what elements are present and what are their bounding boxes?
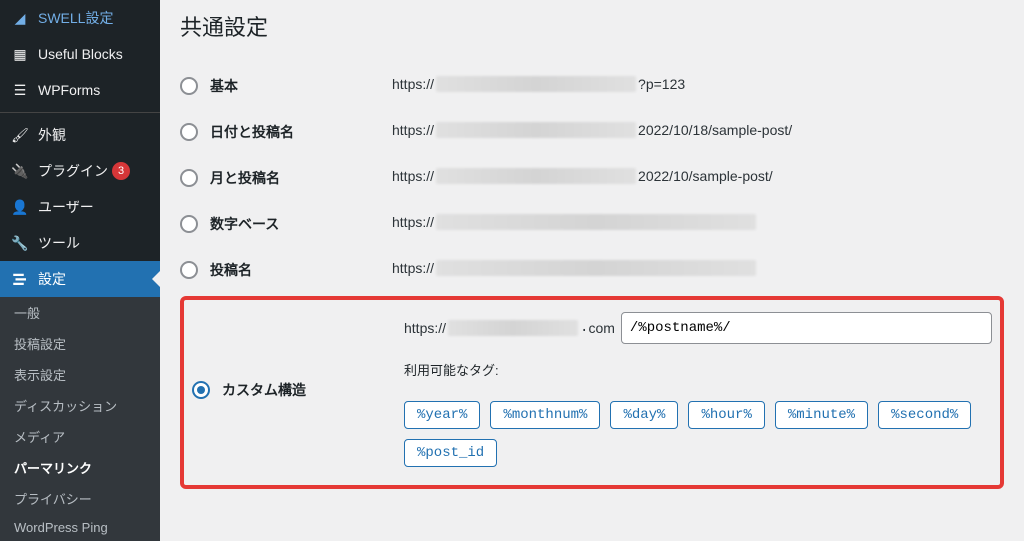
wrench-icon: 🔧 (10, 233, 30, 253)
redacted-domain (436, 214, 756, 230)
option-value: https:// (392, 260, 1004, 276)
main-content: 共通設定 基本 https://?p=123 日付と投稿名 https://20… (160, 0, 1024, 511)
option-row-numeric: 数字ベース https:// (180, 200, 1004, 246)
option-label-text: 投稿名 (210, 260, 252, 280)
option-row-date-name: 日付と投稿名 https://2022/10/18/sample-post/ (180, 108, 1004, 154)
tag-btn-monthnum[interactable]: %monthnum% (490, 401, 600, 429)
sidebar-item-swell[interactable]: ◢ SWELL設定 (0, 0, 160, 36)
radio-custom[interactable] (192, 381, 210, 399)
sub-item-media[interactable]: メディア (0, 421, 160, 452)
permalink-structure-input[interactable] (621, 312, 992, 344)
forms-icon: ☰ (10, 80, 30, 100)
radio-month-name[interactable] (180, 169, 198, 187)
admin-sidebar: ◢ SWELL設定 ▦ Useful Blocks ☰ WPForms 🖌 外観… (0, 0, 160, 511)
sidebar-item-settings[interactable]: 設定 (0, 261, 160, 297)
option-row-month-name: 月と投稿名 https://2022/10/sample-post/ (180, 154, 1004, 200)
redacted-domain (448, 320, 578, 336)
sidebar-label: WPForms (38, 82, 100, 98)
tag-btn-year[interactable]: %year% (404, 401, 480, 429)
option-value: https://?p=123 (392, 76, 1004, 92)
sidebar-item-wpforms[interactable]: ☰ WPForms (0, 72, 160, 108)
sub-item-permalink[interactable]: パーマリンク (0, 452, 160, 483)
sub-item-privacy[interactable]: プライバシー (0, 483, 160, 514)
sub-item-reading[interactable]: 表示設定 (0, 359, 160, 390)
highlight-box: カスタム構造 https://.com 利用可能なタグ: %year% %mon… (180, 296, 1004, 489)
tag-btn-hour[interactable]: %hour% (688, 401, 764, 429)
sidebar-item-useful-blocks[interactable]: ▦ Useful Blocks (0, 36, 160, 72)
option-label-text: カスタム構造 (222, 380, 306, 400)
redacted-domain (436, 122, 636, 138)
option-value: https://2022/10/sample-post/ (392, 168, 1004, 184)
swell-icon: ◢ (10, 8, 30, 28)
sub-item-writing[interactable]: 投稿設定 (0, 328, 160, 359)
tag-btn-postid[interactable]: %post_id (404, 439, 497, 467)
redacted-domain (436, 260, 756, 276)
current-arrow-icon (152, 271, 160, 287)
page-title: 共通設定 (180, 10, 1004, 42)
available-tags-label: 利用可能なタグ: (404, 360, 992, 379)
sidebar-item-appearance[interactable]: 🖌 外観 (0, 117, 160, 153)
option-label-text: 月と投稿名 (210, 168, 280, 188)
tag-buttons: %year% %monthnum% %day% %hour% %minute% … (404, 401, 992, 467)
option-value: https:// (392, 214, 1004, 230)
radio-date-name[interactable] (180, 123, 198, 141)
sub-item-ping[interactable]: WordPress Ping (0, 514, 160, 541)
sub-item-discussion[interactable]: ディスカッション (0, 390, 160, 421)
tag-btn-minute[interactable]: %minute% (775, 401, 868, 429)
sub-item-general[interactable]: 一般 (0, 297, 160, 328)
sidebar-item-plugins[interactable]: 🔌 プラグイン 3 (0, 153, 160, 189)
sidebar-label: プラグイン (38, 161, 108, 181)
option-label-text: 日付と投稿名 (210, 122, 294, 142)
user-icon: 👤 (10, 197, 30, 217)
radio-postname[interactable] (180, 261, 198, 279)
sidebar-item-users[interactable]: 👤 ユーザー (0, 189, 160, 225)
brush-icon: 🖌 (10, 125, 30, 145)
sidebar-label: 外観 (38, 125, 66, 145)
option-row-basic: 基本 https://?p=123 (180, 62, 1004, 108)
sidebar-label: ユーザー (38, 197, 94, 217)
option-label-text: 数字ベース (210, 214, 279, 234)
sidebar-item-tools[interactable]: 🔧 ツール (0, 225, 160, 261)
sidebar-label: ツール (38, 233, 80, 253)
redacted-domain (436, 168, 636, 184)
option-row-postname: 投稿名 https:// (180, 246, 1004, 292)
sidebar-label: 設定 (38, 269, 66, 289)
option-label-text: 基本 (210, 76, 238, 96)
plug-icon: 🔌 (10, 161, 30, 181)
radio-numeric[interactable] (180, 215, 198, 233)
blocks-icon: ▦ (10, 44, 30, 64)
update-badge: 3 (112, 162, 130, 180)
tag-btn-second[interactable]: %second% (878, 401, 971, 429)
sidebar-label: SWELL設定 (38, 8, 113, 28)
tag-btn-day[interactable]: %day% (610, 401, 678, 429)
option-value: https://2022/10/18/sample-post/ (392, 122, 1004, 138)
redacted-domain (436, 76, 636, 92)
sidebar-label: Useful Blocks (38, 46, 123, 62)
sidebar-submenu: 一般 投稿設定 表示設定 ディスカッション メディア パーマリンク プライバシー… (0, 297, 160, 541)
radio-basic[interactable] (180, 77, 198, 95)
settings-icon (10, 269, 30, 289)
